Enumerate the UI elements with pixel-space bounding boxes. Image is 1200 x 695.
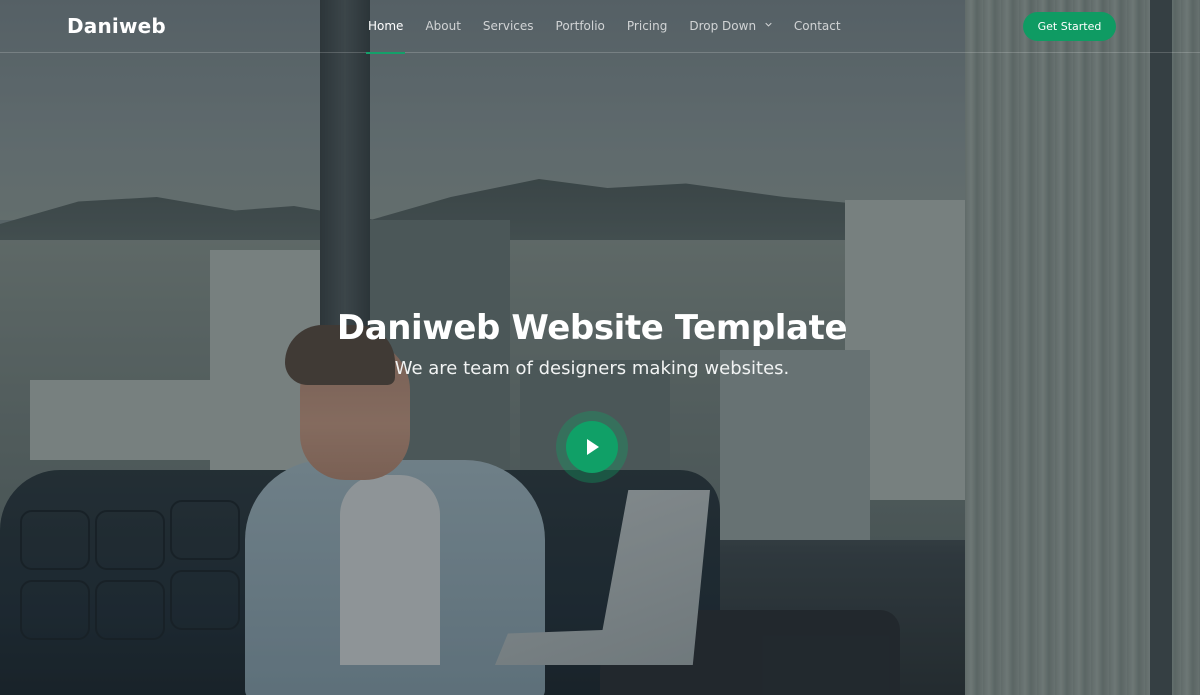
nav-item-services[interactable]: Services <box>483 0 534 53</box>
nav-item-label: About <box>425 19 461 33</box>
hero-section: Daniweb Home About Services Portfolio Pr… <box>0 0 1200 695</box>
hero-title: Daniweb Website Template <box>336 308 848 348</box>
hero-subtitle: We are team of designers making websites… <box>394 358 790 379</box>
nav-item-portfolio[interactable]: Portfolio <box>556 0 605 53</box>
nav-item-label: Home <box>368 19 404 33</box>
nav-item-label: Services <box>482 19 534 33</box>
site-header: Daniweb Home About Services Portfolio Pr… <box>0 0 1200 54</box>
nav-item-home[interactable]: Home <box>365 0 406 54</box>
main-nav: Home About Services Portfolio Pricing Dr… <box>365 0 863 54</box>
nav-item-pricing[interactable]: Pricing <box>627 0 667 53</box>
play-video-button[interactable] <box>556 411 628 483</box>
nav-item-contact[interactable]: Contact <box>794 0 841 53</box>
nav-item-drop-down[interactable]: Drop Down <box>689 0 772 53</box>
chevron-down-icon <box>765 22 772 27</box>
logo[interactable]: Daniweb <box>67 14 166 38</box>
nav-item-label: Portfolio <box>555 19 605 33</box>
play-icon <box>587 439 599 455</box>
nav-item-label: Drop Down <box>689 19 757 33</box>
play-button-circle <box>566 421 618 473</box>
get-started-button[interactable]: Get Started <box>1023 12 1116 41</box>
nav-item-about[interactable]: About <box>425 0 460 53</box>
nav-item-label: Contact <box>793 19 841 33</box>
nav-item-label: Pricing <box>626 19 668 33</box>
